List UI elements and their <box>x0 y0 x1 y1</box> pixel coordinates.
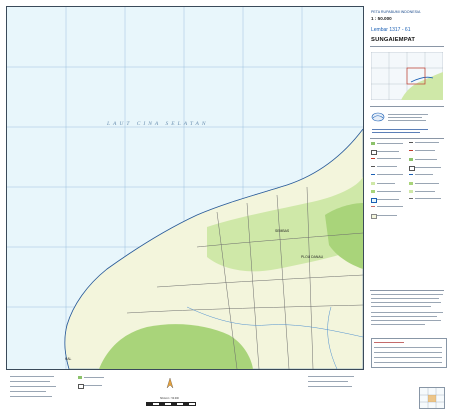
legend-column-right <box>409 142 445 292</box>
agency-logo-icon <box>371 112 385 122</box>
legend-swatch <box>409 190 413 193</box>
text-line <box>415 191 435 192</box>
text-line <box>377 158 401 159</box>
legend-swatch <box>371 174 375 175</box>
legend-column-left <box>371 142 407 292</box>
text-line <box>415 142 439 143</box>
divider <box>370 106 444 107</box>
legend-swatch <box>409 142 413 143</box>
text-line <box>415 159 437 160</box>
text-line <box>374 352 442 353</box>
legend-swatch <box>409 158 413 161</box>
scale-bar <box>146 402 196 406</box>
series-label: PETA RUPABUMI INDONESIA <box>371 10 421 14</box>
bottom-symbols <box>78 376 118 398</box>
north-arrow-icon <box>166 378 174 388</box>
legend-swatch <box>371 158 375 159</box>
text-line <box>308 381 348 382</box>
text-line <box>371 306 431 307</box>
bottom-right-notes <box>308 376 358 404</box>
text-line <box>377 215 397 216</box>
scale-label: SKALA 1 : 50.000 <box>160 397 179 400</box>
scale-title: 1 : 50.000 <box>371 16 392 21</box>
legend-swatch <box>409 174 413 175</box>
map-canvas[interactable] <box>7 7 363 369</box>
legend-swatch <box>371 190 375 193</box>
text-line <box>371 324 425 325</box>
text-line <box>371 294 443 295</box>
text-line <box>374 347 442 348</box>
text-line <box>371 298 439 299</box>
text-line <box>388 120 426 121</box>
text-line <box>377 206 403 207</box>
text-line <box>308 386 352 387</box>
index-table <box>371 338 447 368</box>
text-line <box>10 391 46 392</box>
bottom-notes <box>10 376 70 404</box>
inset-location-map[interactable] <box>371 52 443 100</box>
text-line <box>84 385 102 386</box>
legend-swatch <box>409 182 413 185</box>
sheet-index-diagram <box>419 387 445 409</box>
text-line <box>372 129 428 130</box>
sheet-name: SUNGAIEMPAT <box>371 37 416 43</box>
text-line <box>388 117 422 118</box>
text-line <box>371 312 443 313</box>
map-frame[interactable]: LAUT CINA SELATAN SEMBAS PLOU DANAU KAL <box>6 6 364 370</box>
legend-swatch <box>409 150 413 151</box>
text-line <box>415 167 441 168</box>
text-line <box>308 376 354 377</box>
text-line <box>377 166 397 167</box>
text-line <box>371 302 441 303</box>
sheet-index-grid <box>420 388 444 408</box>
legend-swatch <box>409 198 413 199</box>
divider <box>370 290 444 291</box>
sea-label: LAUT CINA SELATAN <box>107 121 209 127</box>
text-line <box>371 316 437 317</box>
text-line <box>372 132 420 133</box>
text-line <box>374 342 404 343</box>
text-line <box>377 199 399 200</box>
text-line <box>10 396 52 397</box>
text-line <box>415 150 435 151</box>
legend-swatch <box>371 182 375 185</box>
text-line <box>415 198 441 199</box>
text-line <box>84 377 104 378</box>
divider <box>370 46 444 47</box>
text-line <box>10 381 50 382</box>
place-label: SEMBAS <box>275 229 290 233</box>
legend-swatch <box>371 166 375 167</box>
text-line <box>10 376 54 377</box>
map-sheet: LAUT CINA SELATAN SEMBAS PLOU DANAU KAL … <box>0 0 450 412</box>
place-label: PLOU DANAU <box>301 255 324 259</box>
text-line <box>377 191 401 192</box>
text-line <box>377 183 395 184</box>
text-line <box>415 174 433 175</box>
text-line <box>374 362 442 363</box>
notes-block <box>371 294 445 334</box>
text-line <box>388 114 428 115</box>
place-label: KAL <box>65 357 72 361</box>
sheet-number: Lembar 1317 - 61 <box>371 27 411 33</box>
legend-swatch <box>78 376 82 379</box>
divider <box>370 138 444 139</box>
text-line <box>377 143 403 144</box>
text-line <box>371 320 441 321</box>
text-line <box>377 151 399 152</box>
text-line <box>415 183 439 184</box>
text-line <box>377 174 403 175</box>
text-line <box>10 386 56 387</box>
text-line <box>374 357 442 358</box>
legend-swatch <box>371 206 375 207</box>
legend-swatch <box>371 142 375 145</box>
